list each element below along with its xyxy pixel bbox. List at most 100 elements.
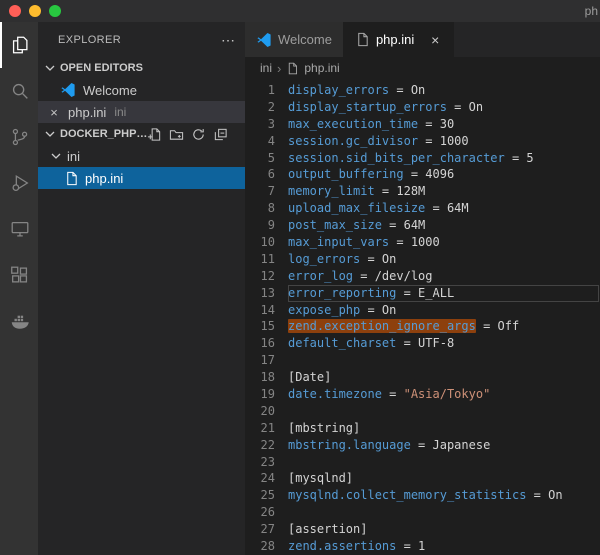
- code-line-text: session.gc_divisor = 1000: [288, 133, 469, 148]
- title-bar: ph: [0, 0, 600, 22]
- code-line[interactable]: 5 session.sid_bits_per_character = 5: [245, 150, 600, 167]
- line-number: 21: [260, 420, 275, 435]
- code-line[interactable]: 20: [245, 403, 600, 420]
- open-editor-welcome[interactable]: Welcome: [38, 79, 245, 101]
- code-line[interactable]: 13 error_reporting = E_ALL: [245, 285, 600, 302]
- activity-item-extensions[interactable]: [0, 252, 38, 298]
- line-number: 8: [267, 201, 275, 216]
- activity-item-remote-explorer[interactable]: [0, 206, 38, 252]
- code-line[interactable]: 19 date.timezone = "Asia/Tokyo": [245, 386, 600, 403]
- workspace-label: DOCKER_PHP…: [60, 128, 148, 140]
- chevron-right-icon: ›: [277, 60, 282, 76]
- activity-item-docker[interactable]: [0, 298, 38, 344]
- code-line[interactable]: 1 display_errors = On: [245, 82, 600, 99]
- code-line[interactable]: 21 [mbstring]: [245, 420, 600, 437]
- line-number: 25: [260, 488, 275, 503]
- code-line[interactable]: 16 default_charset = UTF-8: [245, 335, 600, 352]
- code-line[interactable]: 4 session.gc_divisor = 1000: [245, 133, 600, 150]
- code-line-text: session.sid_bits_per_character = 5: [288, 150, 534, 165]
- code-line[interactable]: 22 mbstring.language = Japanese: [245, 437, 600, 454]
- sidebar-title: EXPLORER: [58, 33, 122, 46]
- line-number: 22: [260, 437, 275, 452]
- line-number: 14: [260, 302, 275, 317]
- activity-item-run-debug[interactable]: [0, 160, 38, 206]
- code-line-text: [mysqlnd]: [288, 471, 354, 486]
- window-title: ph: [584, 4, 598, 18]
- workspace-section-header[interactable]: DOCKER_PHP…: [38, 123, 245, 145]
- code-line[interactable]: 6 output_buffering = 4096: [245, 166, 600, 183]
- close-window-button[interactable]: [9, 5, 21, 17]
- search-icon: [12, 83, 28, 99]
- collapse-all-icon[interactable]: [213, 127, 228, 142]
- line-number: 10: [260, 235, 275, 250]
- code-line[interactable]: 14 expose_php = On: [245, 302, 600, 319]
- line-number: 4: [267, 133, 275, 148]
- file-icon: [358, 32, 368, 47]
- close-tab-icon[interactable]: ×: [428, 32, 442, 48]
- minimize-window-button[interactable]: [29, 5, 41, 17]
- refresh-icon[interactable]: [191, 127, 206, 142]
- tab-php-ini[interactable]: php.ini ×: [343, 22, 455, 57]
- code-line-text: log_errors = On: [288, 251, 397, 266]
- close-editor-icon[interactable]: ×: [46, 105, 62, 120]
- code-line-text: [assertion]: [288, 522, 368, 537]
- traffic-lights: [0, 5, 61, 17]
- code-line[interactable]: 28 zend.assertions = 1: [245, 538, 600, 555]
- code-line-text: mysqlnd.collect_memory_statistics = On: [288, 488, 563, 503]
- code-line-text: max_input_vars = 1000: [288, 235, 440, 250]
- code-line[interactable]: 18 [Date]: [245, 369, 600, 386]
- activity-item-explorer[interactable]: [0, 22, 38, 68]
- code-line[interactable]: 25 mysqlnd.collect_memory_statistics = On: [245, 487, 600, 504]
- code-line[interactable]: 3 max_execution_time = 30: [245, 116, 600, 133]
- code-line[interactable]: 7 memory_limit = 128M: [245, 183, 600, 200]
- code-line[interactable]: 11 log_errors = On: [245, 251, 600, 268]
- explorer-sidebar: EXPLORER ⋯ OPEN EDITORS Welcome × php.in…: [38, 22, 245, 555]
- code-line[interactable]: 10 max_input_vars = 1000: [245, 234, 600, 251]
- line-number: 9: [267, 218, 275, 233]
- code-line[interactable]: 26: [245, 504, 600, 521]
- zoom-window-button[interactable]: [49, 5, 61, 17]
- breadcrumb-item-file[interactable]: php.ini: [304, 61, 339, 75]
- code-line[interactable]: 17: [245, 352, 600, 369]
- code-line[interactable]: 8 upload_max_filesize = 64M: [245, 200, 600, 217]
- sidebar-header: EXPLORER ⋯: [38, 22, 245, 57]
- code-line-text: error_reporting = E_ALL: [288, 285, 599, 302]
- open-editor-php-ini[interactable]: × php.ini ini: [38, 101, 245, 123]
- tree-folder-ini[interactable]: ini: [38, 145, 245, 167]
- line-number: 19: [260, 387, 275, 402]
- vscode-window: ph EXPLORER ⋯ OPEN EDITORS Welcome × php…: [0, 0, 600, 555]
- code-line[interactable]: 23: [245, 454, 600, 471]
- line-number: 20: [260, 403, 275, 418]
- whale-icon: [11, 315, 29, 329]
- more-actions-icon[interactable]: ⋯: [221, 33, 235, 47]
- vscode-logo-icon: [257, 32, 271, 47]
- breadcrumb: ini › php.ini: [245, 57, 600, 79]
- code-line[interactable]: 15 zend.exception_ignore_args = Off: [245, 318, 600, 335]
- code-line-text: [mbstring]: [288, 420, 361, 435]
- line-number: 23: [260, 454, 275, 469]
- tree-file-php-ini[interactable]: php.ini: [38, 167, 245, 189]
- open-editors-section-header[interactable]: OPEN EDITORS: [38, 57, 245, 79]
- new-file-icon[interactable]: [147, 127, 162, 142]
- line-number: 11: [260, 251, 275, 266]
- new-folder-icon[interactable]: [169, 127, 184, 142]
- code-line[interactable]: 24 [mysqlnd]: [245, 470, 600, 487]
- line-number: 3: [267, 116, 275, 131]
- line-number: 27: [260, 522, 275, 537]
- code-line[interactable]: 27 [assertion]: [245, 521, 600, 538]
- activity-item-search[interactable]: [0, 68, 38, 114]
- code-editor[interactable]: 1 display_errors = On 2 display_startup_err…: [245, 79, 600, 555]
- code-line[interactable]: 12 error_log = /dev/log: [245, 268, 600, 285]
- code-line-text: memory_limit = 128M: [288, 184, 426, 199]
- activity-item-source-control[interactable]: [0, 114, 38, 160]
- code-line[interactable]: 9 post_max_size = 64M: [245, 217, 600, 234]
- file-icon: [289, 62, 298, 74]
- code-line-text: expose_php = On: [288, 302, 397, 317]
- code-line[interactable]: 2 display_startup_errors = On: [245, 99, 600, 116]
- tab-welcome[interactable]: Welcome: [245, 22, 344, 57]
- code-line-text: error_log = /dev/log: [288, 268, 433, 283]
- monitor-icon: [11, 221, 29, 237]
- breadcrumb-item-folder[interactable]: ini: [260, 61, 272, 75]
